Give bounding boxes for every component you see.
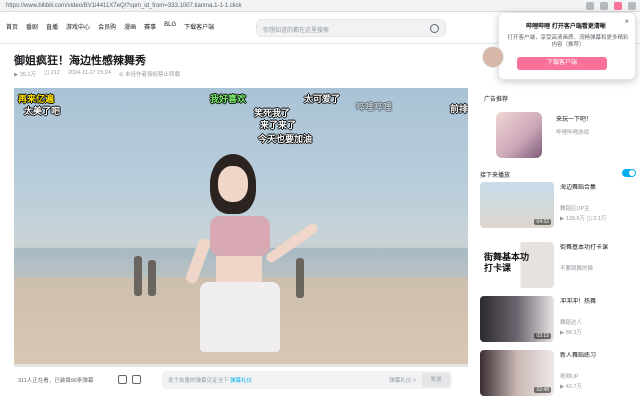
video-duration: 03:15 xyxy=(534,333,551,339)
danmaku-comment: 哔哩哔哩 xyxy=(356,102,393,112)
dancer-figure xyxy=(218,166,248,202)
thumbnail-banner-text: 街舞基本功 打卡课 xyxy=(484,252,530,273)
danmaku-settings-icon[interactable] xyxy=(132,375,141,384)
copyright-notice: ⊘ 未经作者授权禁止转载 xyxy=(118,72,181,78)
extension-icon[interactable] xyxy=(614,2,622,10)
video-title: 御姐疯狂！海边性感辣舞秀 xyxy=(14,55,146,67)
search-input[interactable]: 你想知道的都在这里搜索 xyxy=(256,19,446,37)
danmaku-etiquette-link[interactable]: 弹幕礼仪 xyxy=(230,378,252,384)
video-duration: 02:48 xyxy=(534,387,551,393)
danmaku-comment: 前排 xyxy=(450,104,468,114)
dancer-figure xyxy=(210,216,270,256)
video-card-title[interactable]: 冲冲冲！热舞 xyxy=(560,298,636,306)
ad-title[interactable]: 来玩一下吧！ xyxy=(556,114,592,123)
video-duration: 04:32 xyxy=(534,219,551,225)
publish-date: 2024-11-17 15:24 xyxy=(67,70,111,76)
recommend-heading: 接下来播放 xyxy=(480,173,511,179)
avatar[interactable] xyxy=(482,46,504,68)
address-bar[interactable]: https://www.bilibili.com/video/BV1i4411X… xyxy=(6,1,566,11)
video-card-title[interactable]: 街舞基本功打卡课 xyxy=(560,244,636,252)
browser-toolbar: https://www.bilibili.com/video/BV1i4411X… xyxy=(0,0,640,12)
autoplay-toggle[interactable] xyxy=(622,169,636,177)
video-stats: ▶ 42.7万 xyxy=(560,384,582,390)
uploader-name[interactable]: 舞蹈区UP主 xyxy=(560,204,590,212)
dancer-figure xyxy=(216,256,262,284)
background-person xyxy=(148,260,156,296)
ad-card[interactable]: 来玩一下吧！ 哔哩哔哩游戏 xyxy=(484,108,634,162)
danmaku-comment: 太美了吧 xyxy=(24,106,61,116)
nav-item-download[interactable]: 下载客户端 xyxy=(184,22,214,31)
list-item[interactable]: 04:32 海边舞蹈合集 舞蹈区UP主 ▶ 128.6万 ◫ 2.1万 xyxy=(480,182,636,232)
video-stats: ▶ 88.3万 xyxy=(560,330,582,336)
video-meta: ▶ 35.1万 ◫ 212 2024-11-17 15:24 ⊘ 未经作者授权禁… xyxy=(14,70,180,78)
list-item[interactable]: 03:15 冲冲冲！热舞 舞蹈达人 ▶ 88.3万 xyxy=(480,296,636,346)
player-controls: 311人正在看，已装填96条弹幕 发个友善的弹幕见证当下 弹幕礼仪 弹幕礼仪 >… xyxy=(14,366,468,392)
popup-title: 哔哩哔哩 打开客户端看更清晰 xyxy=(526,24,606,30)
video-thumbnail[interactable]: 街舞基本功 打卡课 xyxy=(480,242,554,288)
uploader-name[interactable]: 视频UP xyxy=(560,372,579,380)
video-thumbnail[interactable]: 03:15 xyxy=(480,296,554,342)
ad-label: 广告推荐 xyxy=(484,97,509,103)
popup-description: 打开客户端，享受高清画质、流畅弹幕和更多精彩内容（推荐） xyxy=(507,35,629,48)
nav-item-anime[interactable]: 番剧 xyxy=(26,22,38,31)
close-icon[interactable]: × xyxy=(624,18,629,26)
search-placeholder: 你想知道的都在这里搜索 xyxy=(263,28,330,34)
nav-item-esports[interactable]: 赛事 xyxy=(144,22,156,31)
menu-icon[interactable] xyxy=(628,2,636,10)
dancer-figure xyxy=(200,282,280,352)
danmaku-comment: 我好喜欢 xyxy=(210,94,247,104)
list-item[interactable]: 02:48 新人舞蹈练习 视频UP ▶ 42.7万 xyxy=(480,350,636,400)
background-person xyxy=(296,258,304,298)
nav-item-shop[interactable]: 会员购 xyxy=(98,22,116,31)
video-stats: ▶ 128.6万 ◫ 2.1万 xyxy=(560,216,607,222)
send-danmaku-button[interactable]: 发送 xyxy=(422,373,450,387)
danmaku-comment: 太可爱了 xyxy=(304,94,341,104)
watching-count: 311人正在看，已装填96条弹幕 xyxy=(18,378,94,384)
ad-thumbnail[interactable] xyxy=(496,112,542,158)
browser-icons xyxy=(586,2,636,10)
video-thumbnail[interactable]: 02:48 xyxy=(480,350,554,396)
danmaku-input[interactable]: 发个友善的弹幕见证当下 弹幕礼仪 弹幕礼仪 > 发送 xyxy=(162,371,452,389)
list-item[interactable]: 街舞基本功 打卡课 街舞基本功打卡课 不要跳舞的猫 xyxy=(480,242,636,292)
danmaku-count: ◫ 212 xyxy=(43,70,60,76)
video-card-title[interactable]: 新人舞蹈练习 xyxy=(560,352,636,360)
background-person xyxy=(134,256,142,296)
danmaku-comment: 今天也要加油 xyxy=(258,134,313,144)
search-icon[interactable] xyxy=(430,24,439,33)
uploader-name[interactable]: 舞蹈达人 xyxy=(560,318,582,326)
video-player[interactable]: 再来亿遍 太美了吧 我好喜欢 太可爱了 笑死我了 来了来了 今天也要加油 哔哩哔… xyxy=(14,88,468,366)
danmaku-placeholder: 发个友善的弹幕见证当下 弹幕礼仪 xyxy=(168,378,253,384)
top-nav: 首页 番剧 直播 游戏中心 会员购 漫画 赛事 BLG 下载客户端 xyxy=(6,22,214,31)
danmaku-toggle-icon[interactable] xyxy=(118,375,127,384)
video-card-title[interactable]: 海边舞蹈合集 xyxy=(560,184,636,192)
nav-item-live[interactable]: 直播 xyxy=(46,22,58,31)
nav-item-blg[interactable]: BLG xyxy=(164,22,176,31)
nav-item-home[interactable]: 首页 xyxy=(6,22,18,31)
video-thumbnail[interactable]: 04:32 xyxy=(480,182,554,228)
ad-subtitle: 哔哩哔哩游戏 xyxy=(556,130,590,136)
danmaku-comment: 来了来了 xyxy=(260,120,297,130)
bookmark-icon[interactable] xyxy=(586,2,594,10)
nav-item-games[interactable]: 游戏中心 xyxy=(66,22,90,31)
nav-item-comics[interactable]: 漫画 xyxy=(124,22,136,31)
uploader-name[interactable]: 不要跳舞的猫 xyxy=(560,264,593,272)
history-icon[interactable] xyxy=(600,2,608,10)
etiquette-link[interactable]: 弹幕礼仪 > xyxy=(389,376,416,384)
view-count: ▶ 35.1万 xyxy=(14,72,36,78)
download-app-popup: × 哔哩哔哩 打开客户端看更清晰 打开客户端，享受高清画质、流畅弹幕和更多精彩内… xyxy=(498,12,636,80)
download-client-button[interactable]: 下载客户端 xyxy=(517,57,607,70)
recommend-header: 接下来播放 xyxy=(480,168,636,180)
